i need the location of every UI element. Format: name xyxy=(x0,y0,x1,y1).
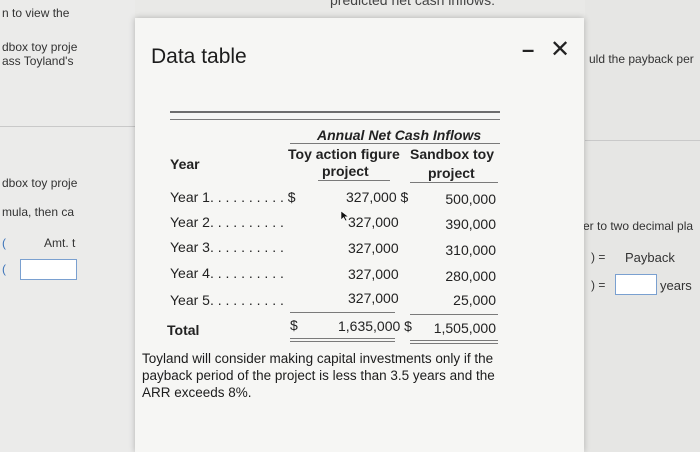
divider xyxy=(585,140,700,141)
payback-label: Payback xyxy=(625,250,675,265)
years-label: years xyxy=(660,278,692,293)
bg-right-line: er to two decimal pla xyxy=(583,219,694,233)
col2-header-2: project xyxy=(428,165,475,181)
row-value: 310,000 xyxy=(445,242,496,258)
row-label: Year 3. . . . . . . . . . xyxy=(170,239,284,255)
table-rule xyxy=(170,111,500,113)
row-label: Year 2. . . . . . . . . . xyxy=(170,214,284,230)
table-rule xyxy=(290,312,395,313)
table-rule xyxy=(410,343,498,344)
col2-header: Sandbox toy xyxy=(410,146,495,162)
total-value: 1,505,000 xyxy=(433,320,496,336)
table-rule xyxy=(170,119,500,120)
row-value: 327,000 xyxy=(348,266,399,282)
bg-eq: ) = xyxy=(591,278,606,292)
col1-header-2: project xyxy=(322,163,369,179)
bg-left-line: dbox toy proje xyxy=(2,176,78,190)
group-header: Annual Net Cash Inflows xyxy=(317,127,482,143)
row-value: 327,000 xyxy=(348,240,399,256)
answer-input[interactable] xyxy=(20,259,77,280)
row-label: Year 5. . . . . . . . . . xyxy=(170,292,284,308)
bg-left-line: n to view the xyxy=(2,6,70,20)
table-rule xyxy=(410,182,498,183)
bg-left-line: mula, then ca xyxy=(2,205,75,219)
payback-years-input[interactable] xyxy=(615,274,657,295)
minimize-button[interactable]: – xyxy=(522,37,534,63)
close-button[interactable]: ✕ xyxy=(550,35,570,64)
bg-left-line: ass Toyland's xyxy=(2,54,74,68)
table-rule xyxy=(290,143,500,144)
table-rule xyxy=(290,341,395,342)
row-value: 25,000 xyxy=(453,292,496,308)
total-label: Total xyxy=(167,322,200,338)
top-strip-text: predicted net cash inflows: xyxy=(330,0,495,8)
data-table-modal: Data table – ✕ Annual Net Cash Inflows T… xyxy=(135,18,584,452)
table-rule xyxy=(290,338,395,339)
modal-title: Data table xyxy=(151,45,247,68)
total-value: 1,635,000 $ xyxy=(338,318,412,334)
bg-paren: ( xyxy=(2,262,6,276)
col1-header: Toy action figure xyxy=(288,146,400,162)
row-value: 327,000 xyxy=(348,290,399,306)
row-value: 327,000 xyxy=(348,214,399,230)
row-value: 500,000 xyxy=(445,191,496,207)
row-label: Year 1. . . . . . . . . . $ xyxy=(170,189,296,205)
total-dollar: $ xyxy=(290,317,298,333)
table-rule xyxy=(410,340,498,341)
year-header: Year xyxy=(170,156,200,172)
table-rule xyxy=(318,180,390,181)
bg-left-line: dbox toy proje xyxy=(2,40,78,54)
bg-paren: ( xyxy=(2,236,6,250)
row-value: 327,000 $ xyxy=(346,189,409,205)
bg-amt-label: Amt. t xyxy=(44,236,76,250)
divider xyxy=(0,126,135,127)
row-value: 390,000 xyxy=(445,216,496,232)
bg-eq: ) = xyxy=(591,250,606,264)
table-rule xyxy=(410,314,498,315)
row-value: 280,000 xyxy=(445,268,496,284)
mouse-cursor-icon xyxy=(340,210,350,222)
row-label: Year 4. . . . . . . . . . xyxy=(170,265,284,281)
note-text: Toyland will consider making capital inv… xyxy=(142,351,495,400)
bg-right-line: uld the payback per xyxy=(589,52,694,66)
